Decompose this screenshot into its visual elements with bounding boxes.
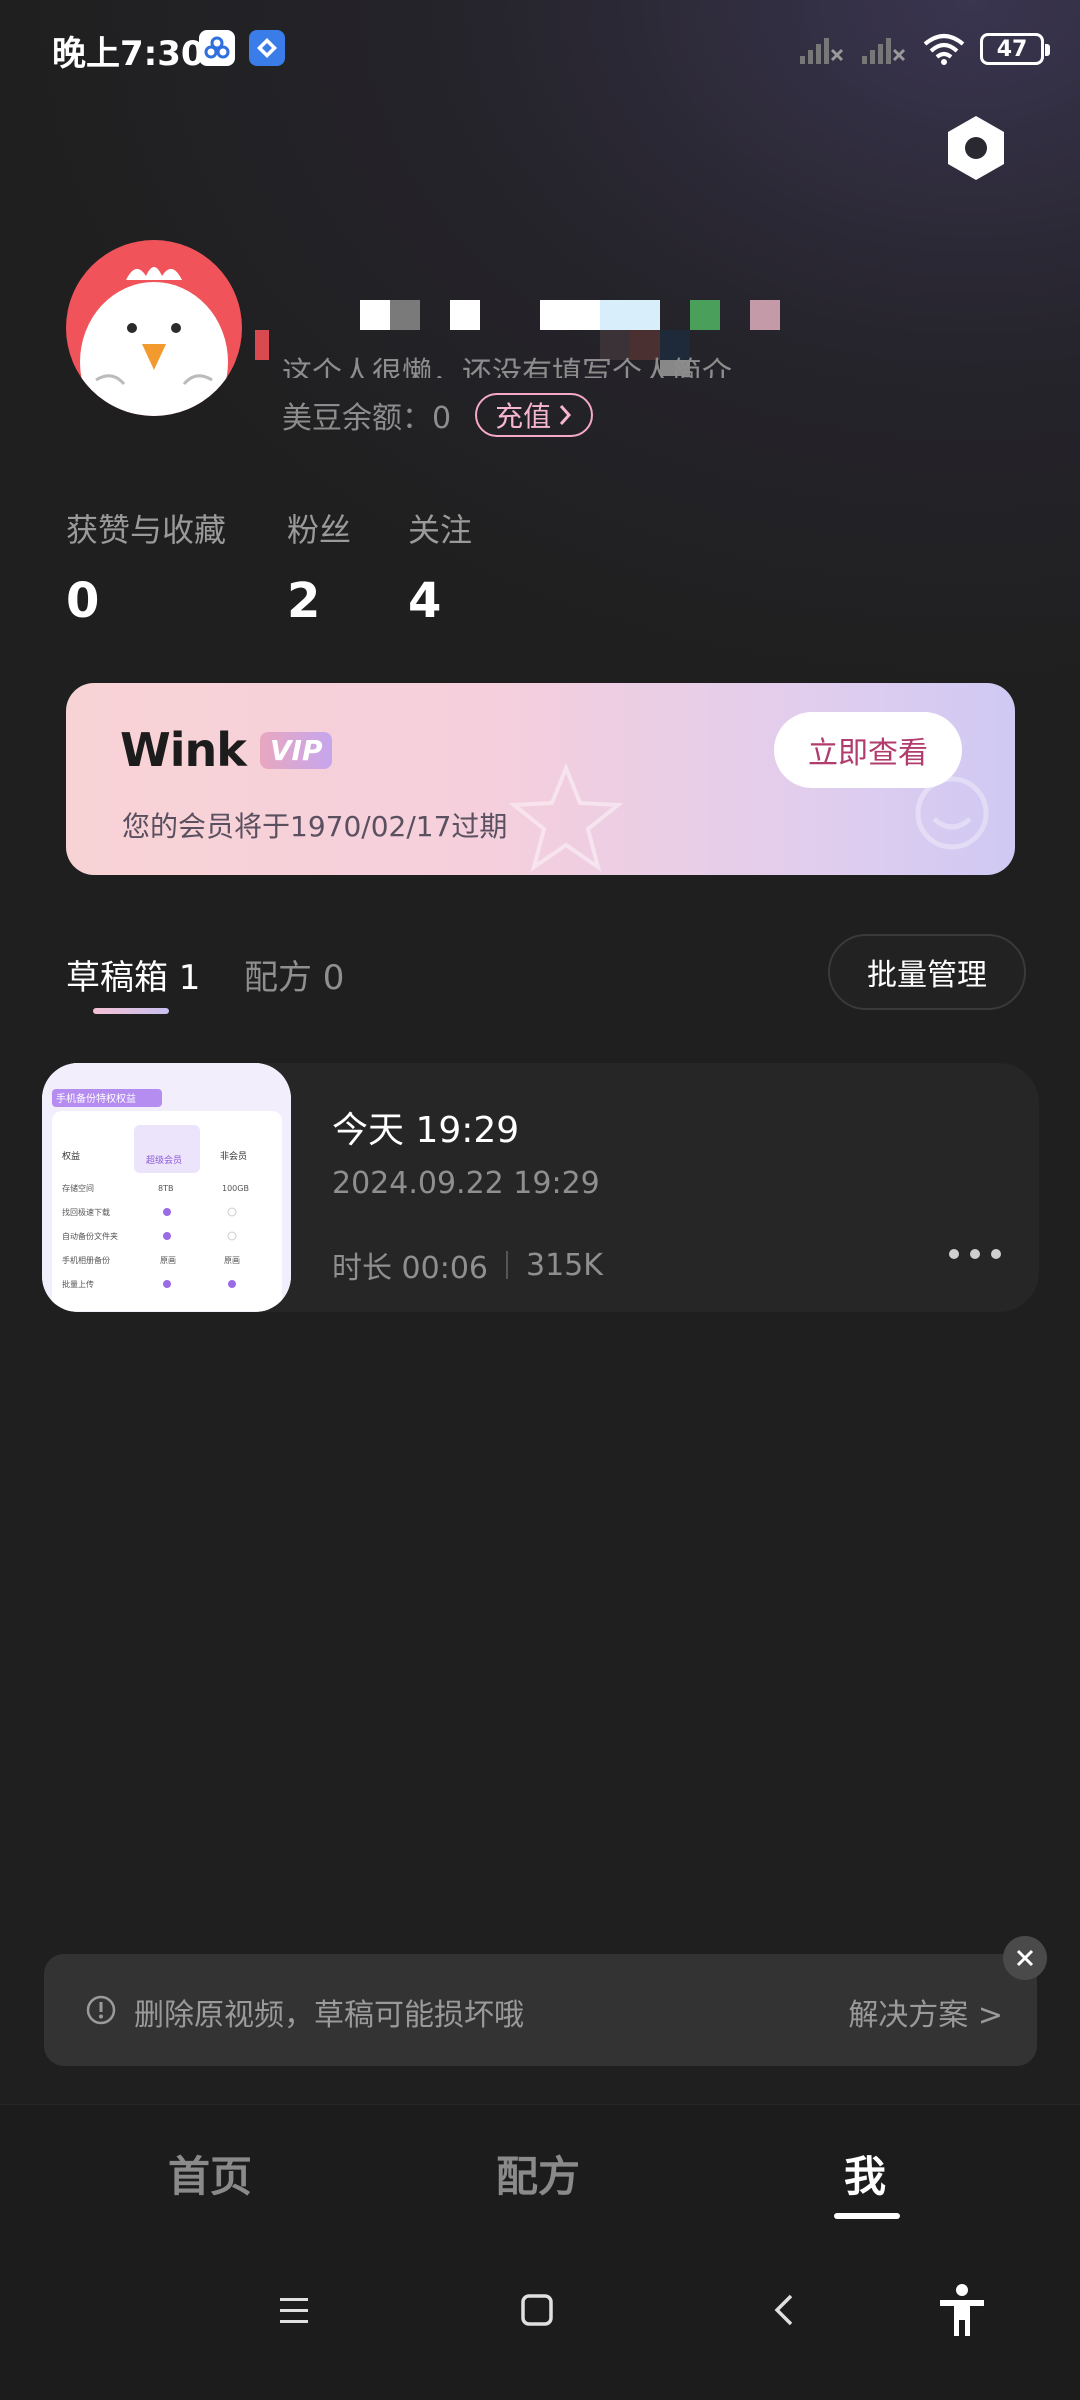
draft-title: 今天 19:29 [332,1110,520,1151]
accessibility-icon[interactable] [932,2280,992,2340]
thumb-row1-v1: 8TB [158,1184,173,1193]
star-decoration-icon [508,763,624,872]
bio-text: 这个人很懒，还没有填写个人简介 [282,356,732,378]
solution-link[interactable]: 解决方案 > [848,1990,1003,2034]
signal-off-icon [800,38,844,64]
close-icon[interactable] [1003,1936,1047,1980]
stat-likes[interactable]: 获赞与收藏 0 [66,505,226,629]
cloud-app-icon [199,30,235,66]
stat-following[interactable]: 关注 4 [408,505,472,629]
thumb-row3: 自动备份文件夹 [62,1231,118,1241]
fans-value: 2 [287,573,321,629]
thumb-row2: 找回极速下载 [62,1207,110,1217]
wink-logo: Wink [120,723,247,777]
thumb-row1: 存储空间 [62,1183,94,1193]
warning-text: 删除原视频，草稿可能损坏哦 [134,1998,524,2033]
warning-banner: 删除原视频，草稿可能损坏哦 解决方案 > [44,1954,1037,2066]
following-label: 关注 [408,511,473,549]
menu-icon[interactable] [264,2280,324,2340]
bottom-nav: 首页 配方 我 [0,2104,1080,2234]
thumb-col1: 权益 [62,1150,80,1162]
back-chevron-icon[interactable] [755,2280,815,2340]
status-indicators: 47 [798,28,1050,70]
thumb-row4-v2: 原画 [224,1256,240,1265]
thumb-col2: 超级会员 [146,1154,182,1166]
thumb-row5: 批量上传 [62,1279,94,1289]
tab-recipes[interactable]: 配方 0 [244,950,344,999]
following-value: 4 [408,573,442,629]
settings-hex-icon[interactable] [940,112,1012,184]
nav-active-indicator [834,2213,900,2219]
balance-label: 美豆余额：0 [282,401,452,436]
thumb-col3: 非会员 [220,1150,247,1162]
fans-label: 粉丝 [287,511,352,549]
likes-label: 获赞与收藏 [66,511,227,549]
stat-fans[interactable]: 粉丝 2 [287,505,351,629]
meta-divider [506,1251,508,1279]
nav-home[interactable]: 首页 [168,2143,252,2204]
home-square-icon[interactable] [507,2280,567,2340]
wifi-icon [923,34,965,65]
warning-info-icon [86,1995,116,2025]
battery-level: 47 [996,36,1028,62]
thumb-row4: 手机相册备份 [62,1255,110,1265]
diamond-app-icon [249,30,285,66]
battery-icon: 47 [980,33,1050,65]
tab-active-indicator [93,1008,169,1014]
thumb-row1-v2: 100GB [222,1184,249,1193]
signal-off-icon-2 [862,38,906,64]
draft-meta: 时长 00:06 315K [332,1243,603,1287]
thumbnail-preview: 手机备份特权权益 权益 超级会员 非会员 存储空间 8TB 100GB 找回极速… [42,1063,291,1312]
thumb-row4-v1: 原画 [160,1256,176,1265]
thumb-header: 手机备份特权权益 [56,1092,136,1105]
recharge-label: 充值 [495,400,552,433]
balance-row: 美豆余额：0 充值 [282,393,594,437]
avatar[interactable] [66,240,242,416]
status-time: 晚上7:30 [52,34,205,74]
vip-brand: Wink VIP [120,723,333,777]
nav-me[interactable]: 我 [844,2143,886,2204]
more-options-icon[interactable] [946,1239,1004,1269]
draft-duration: 时长 00:06 [332,1251,488,1286]
vip-expiry-text: 您的会员将于1970/02/17过期 [122,810,508,843]
status-bar: 晚上7:30 47 [0,0,1080,96]
draft-card[interactable]: 手机备份特权权益 权益 超级会员 非会员 存储空间 8TB 100GB 找回极速… [42,1063,1039,1312]
chevron-right-icon [559,405,572,425]
likes-value: 0 [66,573,100,629]
system-nav-bar [0,2234,1080,2400]
draft-date: 2024.09.22 19:29 [332,1166,600,1201]
batch-manage-button[interactable]: 批量管理 [828,934,1026,1010]
draft-size: 315K [526,1247,603,1283]
draft-thumbnail[interactable]: 手机备份特权权益 权益 超级会员 非会员 存储空间 8TB 100GB 找回极速… [42,1063,291,1312]
tab-drafts[interactable]: 草稿箱 1 [66,950,200,999]
app-screen: 晚上7:30 47 这个人很懒，还没有填写个人简介 美豆余额：0 充值 获赞与收… [0,0,1080,2400]
vip-badge: VIP [259,731,333,769]
vip-view-button[interactable]: 立即查看 [774,712,962,788]
vip-card[interactable]: Wink VIP 您的会员将于1970/02/17过期 立即查看 [66,683,1015,875]
nav-recipe[interactable]: 配方 [496,2143,580,2204]
recharge-button[interactable]: 充值 [475,393,594,437]
